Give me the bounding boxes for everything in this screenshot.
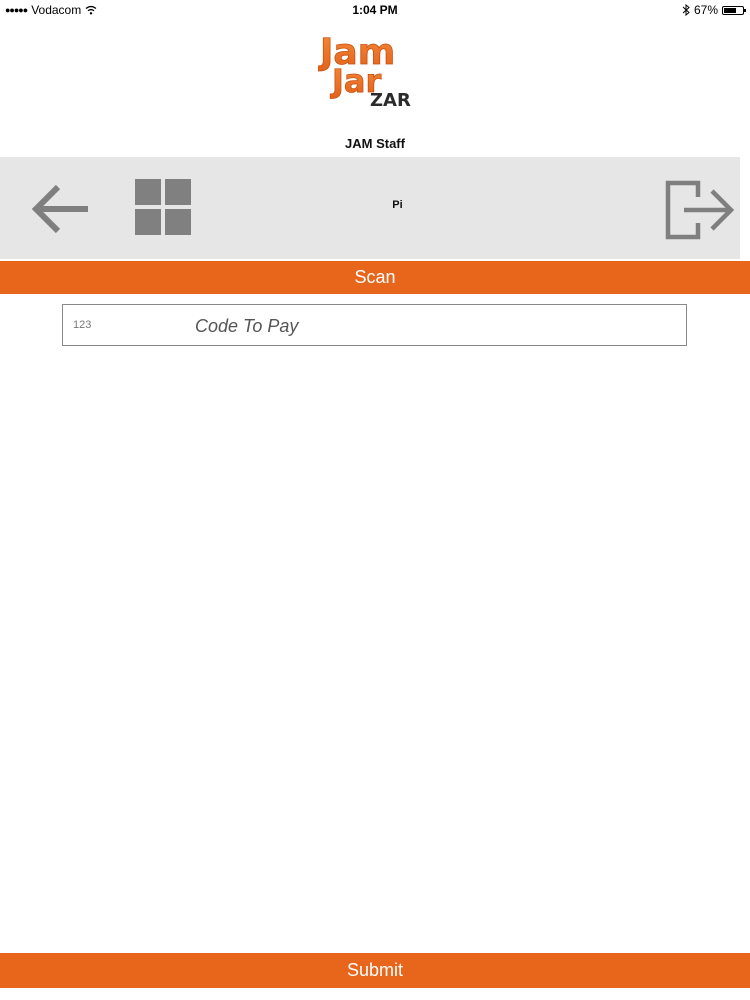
battery-icon <box>722 5 746 15</box>
user-label: JAM Staff <box>345 136 405 151</box>
toolbar-label: Pi <box>392 199 403 211</box>
jamjar-logo: Jam Jar ZAR <box>318 32 411 111</box>
toolbar: Pi <box>0 157 740 259</box>
submit-button[interactable]: Submit <box>0 953 750 988</box>
code-to-pay-field[interactable]: 123 <box>62 304 687 346</box>
logo-line3: ZAR <box>370 90 411 111</box>
logout-button[interactable] <box>664 179 736 241</box>
bluetooth-icon <box>682 4 690 16</box>
code-to-pay-input[interactable] <box>193 311 657 341</box>
status-bar: ●●●●● Vodacom 1:04 PM 67% <box>0 0 750 20</box>
clock: 1:04 PM <box>352 3 398 17</box>
battery-percent: 67% <box>693 3 718 17</box>
battery-level <box>724 7 736 13</box>
app-screen: ●●●●● Vodacom 1:04 PM 67% Jam Jar ZAR JA… <box>0 0 750 1000</box>
status-right: 67% <box>682 3 746 17</box>
logout-icon <box>665 180 735 240</box>
field-prefix: 123 <box>73 319 92 331</box>
scan-button[interactable]: Scan <box>0 261 750 294</box>
